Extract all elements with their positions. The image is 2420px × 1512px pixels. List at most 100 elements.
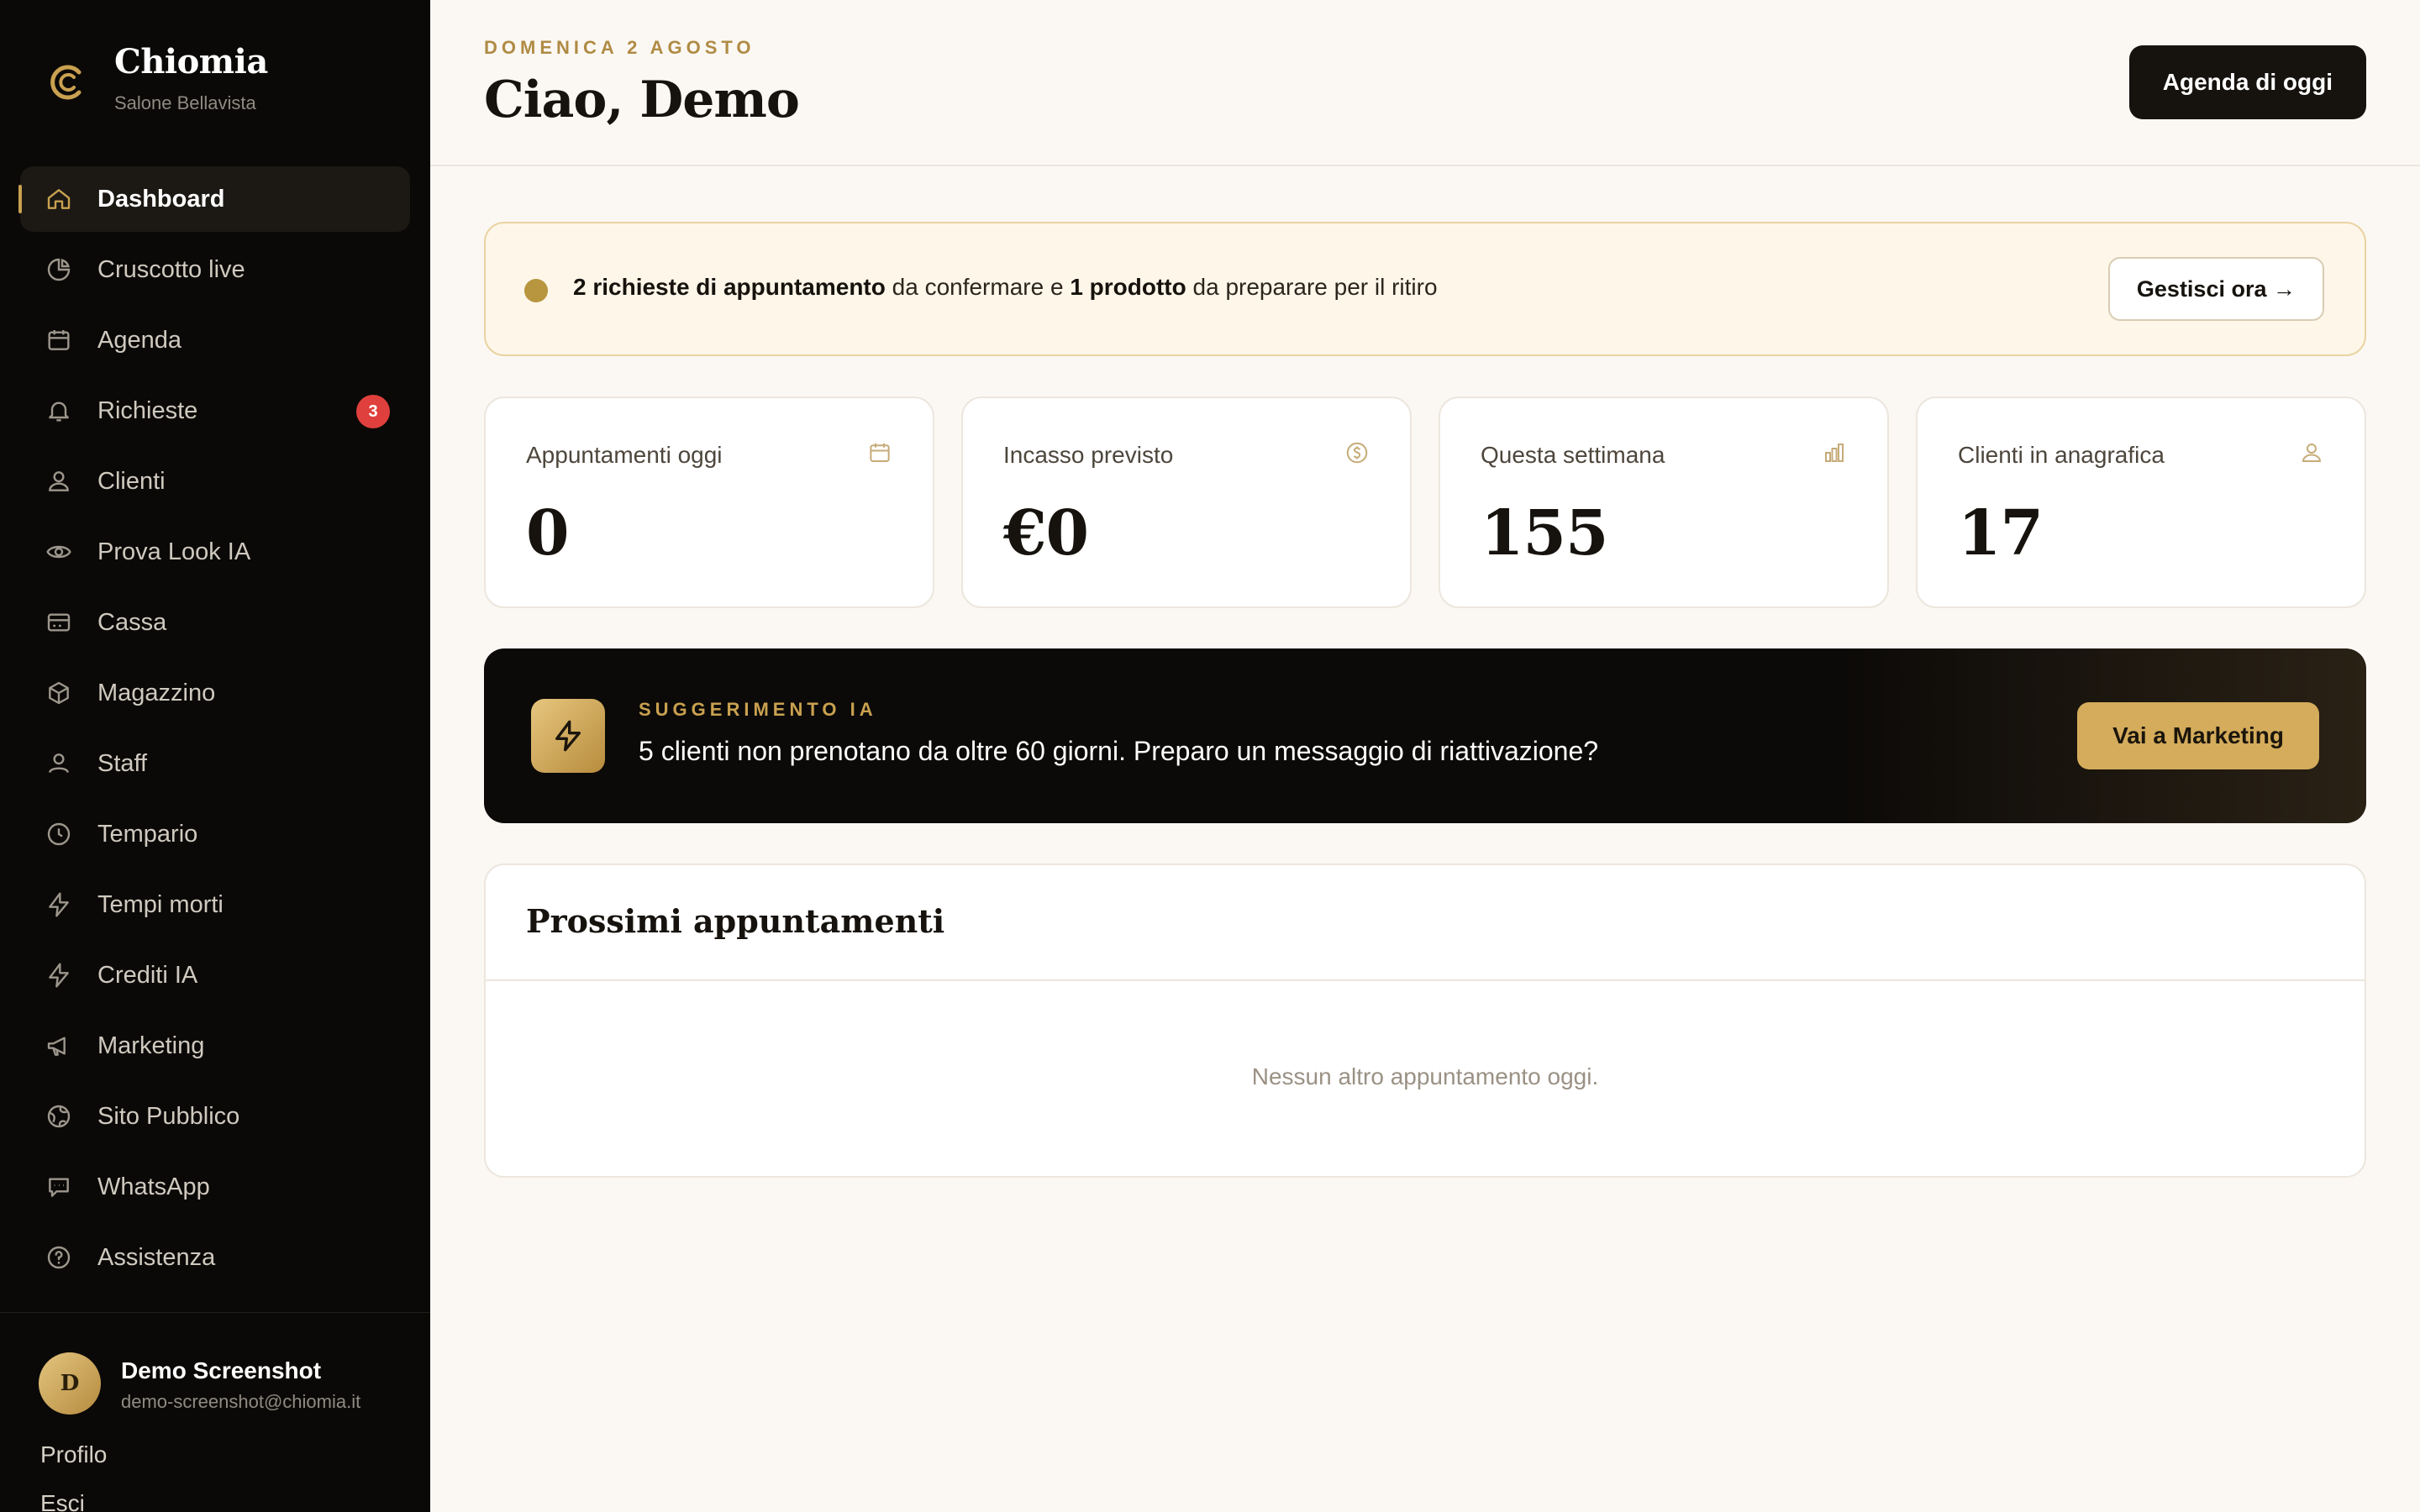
notice-products-count: 1 prodotto <box>1070 274 1186 300</box>
section-title: Prossimi appuntamenti <box>526 902 945 940</box>
coin-icon <box>1344 440 1370 465</box>
sidebar-item-label: Richieste <box>97 396 198 424</box>
sidebar-item-marketing[interactable]: Marketing <box>20 1013 410 1079</box>
sidebar-item-label: Cruscotto live <box>97 255 245 283</box>
manage-now-button[interactable]: Gestisci ora → <box>2107 257 2324 321</box>
brand-logo-icon <box>45 60 89 104</box>
chat-icon <box>45 1173 72 1200</box>
bell-icon <box>45 397 72 424</box>
sidebar: Chiomia Salone Bellavista Dashboard Crus… <box>0 0 430 1512</box>
stat-label: Questa settimana <box>1481 442 1665 468</box>
upcoming-appointments-panel: Prossimi appuntamenti Nessun altro appun… <box>484 864 2366 1178</box>
stat-value: 155 <box>1481 497 1608 570</box>
sidebar-item-prova-look-ia[interactable]: Prova Look IA <box>20 519 410 585</box>
help-icon <box>45 1244 72 1271</box>
sidebar-item-label: Clienti <box>97 467 166 495</box>
notice-text-part: da preparare per il ritiro <box>1186 274 1438 300</box>
stat-label: Appuntamenti oggi <box>526 442 723 468</box>
brand[interactable]: Chiomia Salone Bellavista <box>45 42 407 118</box>
panel-divider <box>486 979 2365 981</box>
ai-suggestion-text: 5 clienti non prenotano da oltre 60 gior… <box>639 736 1599 766</box>
user-email: demo-screenshot@chiomia.it <box>121 1391 361 1412</box>
sidebar-item-label: Tempario <box>97 820 198 848</box>
sidebar-item-label: WhatsApp <box>97 1173 210 1200</box>
notice-text-part: da confermare e <box>885 274 1071 300</box>
calendar-icon <box>45 327 72 354</box>
stat-label: Incasso previsto <box>1003 442 1174 468</box>
sidebar-item-label: Prova Look IA <box>97 538 251 565</box>
go-to-marketing-button[interactable]: Vai a Marketing <box>2077 702 2319 769</box>
sidebar-item-magazzino[interactable]: Magazzino <box>20 660 410 726</box>
stat-card-this-week[interactable]: Questa settimana 155 <box>1439 396 1889 608</box>
empty-state-text: Nessun altro appuntamento oggi. <box>1251 1063 1599 1089</box>
sidebar-item-cruscotto-live[interactable]: Cruscotto live <box>20 237 410 302</box>
user-card[interactable]: D Demo Screenshot demo-screenshot@chiomi… <box>39 1352 408 1420</box>
calendar-icon <box>867 440 892 465</box>
sidebar-item-label: Dashboard <box>97 185 225 213</box>
main-content: DOMENICA 2 AGOSTO Ciao, Demo Agenda di o… <box>430 0 2420 1512</box>
users-icon <box>45 750 72 777</box>
sidebar-item-label: Magazzino <box>97 679 216 706</box>
bolt-icon <box>45 891 72 918</box>
stat-card-registered-clients[interactable]: Clienti in anagrafica 17 <box>1916 396 2366 608</box>
megaphone-icon <box>45 1032 72 1059</box>
sidebar-item-crediti-ia[interactable]: Crediti IA <box>20 942 410 1008</box>
sidebar-item-dashboard[interactable]: Dashboard <box>18 166 410 232</box>
sidebar-item-assistenza[interactable]: Assistenza <box>20 1225 410 1290</box>
stats-row: Appuntamenti oggi 0 Incasso previsto €0 … <box>484 396 2366 608</box>
clock-icon <box>45 821 72 848</box>
sidebar-item-label: Cassa <box>97 608 167 636</box>
pie-chart-icon <box>45 256 72 283</box>
avatar: D <box>39 1352 101 1415</box>
stat-label: Clienti in anagrafica <box>1958 442 2165 468</box>
agenda-today-button[interactable]: Agenda di oggi <box>2128 45 2366 119</box>
box-icon <box>45 680 72 706</box>
sidebar-item-label: Sito Pubblico <box>97 1102 240 1130</box>
sidebar-nav: Dashboard Cruscotto live Agenda Richiest… <box>18 166 410 1295</box>
sidebar-item-label: Tempi morti <box>97 890 224 918</box>
notice-text: 2 richieste di appuntamento da confermar… <box>573 274 1438 301</box>
bolt-icon <box>531 699 605 773</box>
sidebar-divider <box>0 1312 430 1313</box>
sidebar-item-cassa[interactable]: Cassa <box>20 590 410 655</box>
page-header: DOMENICA 2 AGOSTO Ciao, Demo Agenda di o… <box>430 0 2420 166</box>
brand-name: Chiomia <box>114 42 268 81</box>
ai-suggestion-kicker: SUGGERIMENTO IA <box>639 699 877 720</box>
stat-value: 0 <box>526 497 569 570</box>
sidebar-item-label: Staff <box>97 749 148 777</box>
sidebar-item-label: Crediti IA <box>97 961 198 989</box>
sidebar-item-sito-pubblico[interactable]: Sito Pubblico <box>20 1084 410 1149</box>
ai-suggestion-card: SUGGERIMENTO IA 5 clienti non prenotano … <box>484 648 2366 823</box>
globe-icon <box>45 1103 72 1130</box>
current-date: DOMENICA 2 AGOSTO <box>484 37 755 58</box>
profile-link[interactable]: Profilo <box>40 1441 107 1468</box>
brand-subtitle: Salone Bellavista <box>114 92 256 113</box>
bar-chart-icon <box>1822 440 1847 465</box>
logout-link[interactable]: Esci <box>40 1490 85 1512</box>
notification-badge: 3 <box>356 395 390 428</box>
notice-requests-count: 2 richieste di appuntamento <box>573 274 886 300</box>
stat-value: €0 <box>1003 497 1089 570</box>
sidebar-item-clienti[interactable]: Clienti <box>20 449 410 514</box>
home-icon <box>45 186 72 213</box>
user-icon <box>45 468 72 495</box>
page-title: Ciao, Demo <box>484 71 800 129</box>
pending-requests-notice: 2 richieste di appuntamento da confermar… <box>484 222 2366 356</box>
user-name: Demo Screenshot <box>121 1357 322 1383</box>
user-icon <box>2299 440 2324 465</box>
sidebar-item-label: Assistenza <box>97 1243 216 1271</box>
eye-icon <box>45 538 72 565</box>
bolt-icon <box>45 962 72 989</box>
register-icon <box>45 609 72 636</box>
sidebar-item-agenda[interactable]: Agenda <box>20 307 410 373</box>
sidebar-item-tempario[interactable]: Tempario <box>20 801 410 867</box>
stat-card-appointments-today[interactable]: Appuntamenti oggi 0 <box>484 396 934 608</box>
sidebar-item-tempi-morti[interactable]: Tempi morti <box>20 872 410 937</box>
sidebar-item-richieste[interactable]: Richieste 3 <box>20 378 410 444</box>
stat-value: 17 <box>1958 497 2044 570</box>
status-dot <box>524 279 548 302</box>
stat-card-expected-income[interactable]: Incasso previsto €0 <box>961 396 1412 608</box>
sidebar-item-staff[interactable]: Staff <box>20 731 410 796</box>
sidebar-item-whatsapp[interactable]: WhatsApp <box>20 1154 410 1220</box>
sidebar-item-label: Agenda <box>97 326 182 354</box>
